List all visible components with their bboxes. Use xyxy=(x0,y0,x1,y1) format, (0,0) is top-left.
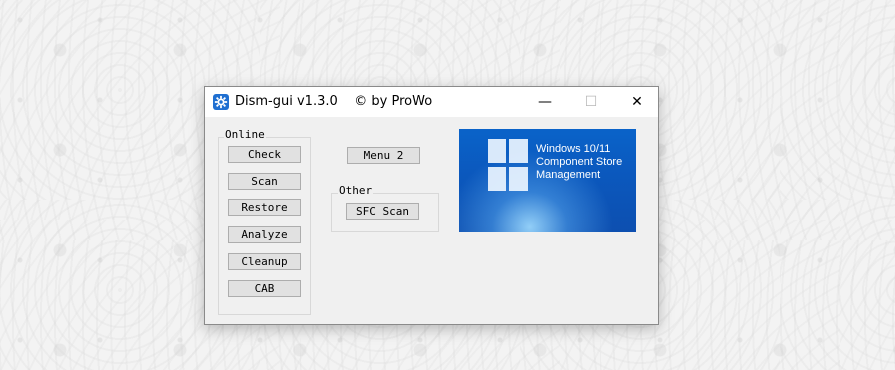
banner-text: Windows 10/11 Component Store Management xyxy=(536,143,622,182)
window-title: Dism-gui v1.3.0 © by ProWo xyxy=(235,94,433,109)
online-group-label: Online xyxy=(224,128,266,141)
banner-line-1: Windows 10/11 xyxy=(536,143,611,155)
cleanup-button[interactable]: Cleanup xyxy=(228,253,301,270)
sfc-scan-button[interactable]: SFC Scan xyxy=(346,203,419,220)
analyze-button[interactable]: Analyze xyxy=(228,226,301,243)
cab-button[interactable]: CAB xyxy=(228,280,301,297)
client-area: Online Check Scan Restore Analyze Cleanu… xyxy=(205,117,658,325)
title-bar[interactable]: Dism-gui v1.3.0 © by ProWo — ☐ ✕ xyxy=(205,87,658,117)
other-group-label: Other xyxy=(338,184,374,197)
close-button[interactable]: ✕ xyxy=(614,87,660,117)
gear-icon xyxy=(213,94,229,110)
menu-2-button[interactable]: Menu 2 xyxy=(347,147,420,164)
check-button[interactable]: Check xyxy=(228,146,301,163)
restore-button[interactable]: Restore xyxy=(228,199,301,216)
windows-logo-icon xyxy=(488,139,528,191)
scan-button[interactable]: Scan xyxy=(228,173,301,190)
dism-gui-window: Dism-gui v1.3.0 © by ProWo — ☐ ✕ Online … xyxy=(204,86,659,325)
banner-line-2: Component Store xyxy=(536,156,623,168)
banner-line-3: Management xyxy=(536,169,601,181)
minimize-button[interactable]: — xyxy=(522,87,568,117)
windows-banner-image: Windows 10/11 Component Store Management xyxy=(459,129,636,232)
maximize-button[interactable]: ☐ xyxy=(568,87,614,117)
